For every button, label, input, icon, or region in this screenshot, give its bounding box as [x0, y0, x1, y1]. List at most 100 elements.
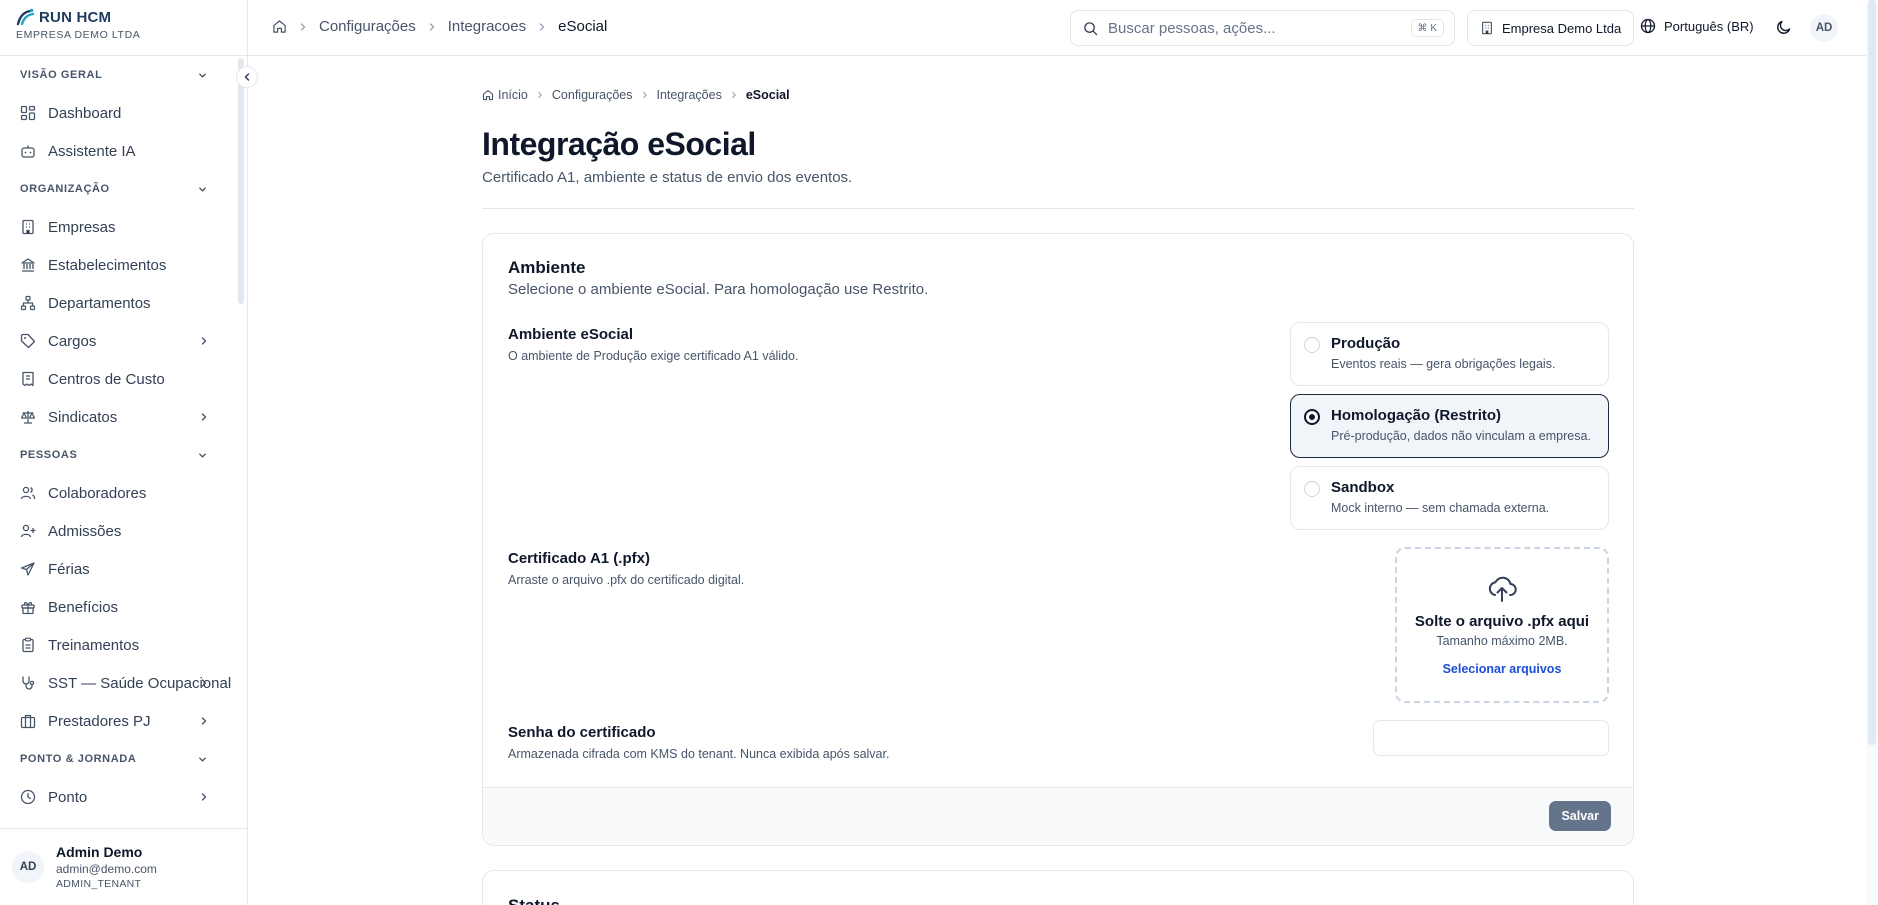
- sidebar-item-label: Prestadores PJ: [48, 712, 151, 730]
- sidebar-collapse-button[interactable]: [236, 66, 258, 88]
- sidebar-item-colaboradores[interactable]: Colaboradores: [0, 474, 238, 512]
- sidebar-scrollbar[interactable]: [238, 58, 244, 304]
- plane-icon: [20, 562, 35, 576]
- sidebar-item-beneficios[interactable]: Benefícios: [0, 588, 238, 626]
- sidebar-item-centros-de-custo[interactable]: Centros de Custo: [0, 360, 238, 398]
- ambiente-card: Ambiente Selecione o ambiente eSocial. P…: [482, 233, 1634, 846]
- search-icon: [1084, 21, 1098, 35]
- sidebar-item-label: Departamentos: [48, 294, 151, 312]
- user-card[interactable]: AD Admin Demo admin@demo.com ADMIN_TENAN…: [0, 828, 247, 905]
- sidebar-item-ferias[interactable]: Férias: [0, 550, 238, 588]
- card-title: Ambiente: [508, 258, 586, 277]
- page-subtitle: Certificado A1, ambiente e status de env…: [482, 169, 853, 186]
- sidebar-item-treinamentos[interactable]: Treinamentos: [0, 626, 238, 664]
- sidebar-item-sst[interactable]: SST — Saúde Ocupacional: [0, 664, 238, 702]
- sidebar-item-estabelecimentos[interactable]: Estabelecimentos: [0, 246, 238, 284]
- radio-title: Homologação (Restrito): [1331, 407, 1502, 424]
- company-selector-button[interactable]: Empresa Demo Ltda: [1467, 10, 1635, 46]
- sidebar-item-label: Férias: [48, 560, 90, 578]
- gift-icon: [21, 601, 35, 615]
- sidebar-item-label: Admissões: [48, 522, 122, 540]
- sidebar-item-admissoes[interactable]: Admissões: [0, 512, 238, 550]
- chevron-right-icon: [300, 22, 306, 31]
- chevron-right-icon: [201, 793, 207, 801]
- card-title: Status: [508, 896, 560, 905]
- nav-section-organizacao[interactable]: ORGANIZAÇÃO: [0, 170, 238, 208]
- breadcrumb-item[interactable]: Configurações: [552, 88, 633, 102]
- page-breadcrumb: Início Configurações Integrações eSocial: [482, 88, 790, 102]
- chevron-right-icon: [201, 717, 207, 725]
- password-field-help: Armazenada cifrada com KMS do tenant. Nu…: [508, 747, 890, 761]
- search-input[interactable]: Buscar pessoas, ações... ⌘ K: [1070, 10, 1455, 46]
- sidebar-nav: VISÃO GERAL Dashboard Assistente IA ORGA…: [0, 56, 238, 826]
- breadcrumb: Configurações Integracoes eSocial: [272, 18, 607, 35]
- sidebar-item-ponto[interactable]: Ponto: [0, 778, 238, 816]
- sidebar-item-assistente-ia[interactable]: Assistente IA: [0, 132, 238, 170]
- sidebar-item-label: Estabelecimentos: [48, 256, 167, 274]
- sidebar-item-label: Treinamentos: [48, 636, 140, 654]
- home-icon[interactable]: [272, 19, 287, 34]
- nav-section-title: ORGANIZAÇÃO: [20, 183, 110, 195]
- sidebar-item-cargos[interactable]: Cargos: [0, 322, 238, 360]
- radio-button[interactable]: [1304, 481, 1320, 497]
- breadcrumb-item[interactable]: Integrações: [657, 88, 722, 102]
- clock-icon: [20, 789, 36, 805]
- status-card: Status: [482, 870, 1634, 905]
- stethoscope-icon: [22, 676, 35, 690]
- avatar[interactable]: AD: [1810, 14, 1838, 42]
- bot-icon: [21, 145, 35, 158]
- file-dropzone[interactable]: Solte o arquivo .pfx aqui Tamanho máximo…: [1395, 547, 1609, 703]
- password-field-label: Senha do certificado: [508, 724, 656, 741]
- chevron-right-icon: [201, 413, 207, 421]
- language-selector-button[interactable]: Português (BR): [1640, 18, 1754, 34]
- tag-icon: [20, 333, 36, 349]
- user-role: ADMIN_TENANT: [56, 878, 142, 890]
- certificate-password-input[interactable]: [1373, 720, 1609, 756]
- sidebar-item-label: Benefícios: [48, 598, 119, 616]
- cert-field-help: Arraste o arquivo .pfx do certificado di…: [508, 573, 745, 587]
- page-title: Integração eSocial: [482, 126, 756, 162]
- brand-name: RUN HCM: [39, 8, 112, 26]
- sidebar-item-departamentos[interactable]: Departamentos: [0, 284, 238, 322]
- language-label: Português (BR): [1664, 18, 1754, 34]
- nav-section-title: VISÃO GERAL: [20, 69, 103, 81]
- chevron-left-icon: [244, 73, 250, 81]
- nav-section-ponto-jornada[interactable]: PONTO & JORNADA: [0, 740, 238, 778]
- sidebar-item-sindicatos[interactable]: Sindicatos: [0, 398, 238, 436]
- breadcrumb-item[interactable]: Configurações: [319, 18, 416, 35]
- nav-section-visao-geral[interactable]: VISÃO GERAL: [0, 56, 238, 94]
- sidebar-item-label: Empresas: [48, 218, 116, 236]
- radio-option-producao[interactable]: Produção Eventos reais — gera obrigações…: [1290, 322, 1609, 386]
- sidebar-item-empresas[interactable]: Empresas: [0, 208, 238, 246]
- breadcrumb-item[interactable]: Integracoes: [448, 18, 526, 35]
- radio-option-homologacao[interactable]: Homologação (Restrito) Pré-produção, dad…: [1290, 394, 1609, 458]
- moon-icon: [1777, 20, 1791, 34]
- search-placeholder: Buscar pessoas, ações...: [1108, 19, 1276, 37]
- sidebar-item-prestadores-pj[interactable]: Prestadores PJ: [0, 702, 238, 740]
- select-files-link[interactable]: Selecionar arquivos: [1397, 662, 1607, 676]
- brand[interactable]: RUN HCM EMPRESA DEMO LTDA: [16, 8, 140, 42]
- theme-toggle-button[interactable]: [1776, 19, 1792, 35]
- network-icon: [20, 295, 36, 311]
- sidebar-item-label: Assistente IA: [48, 142, 136, 160]
- nav-section-pessoas[interactable]: PESSOAS: [0, 436, 238, 474]
- radio-button[interactable]: [1304, 409, 1320, 425]
- sidebar-item-label: Ponto: [48, 788, 88, 806]
- save-button[interactable]: Salvar: [1549, 801, 1611, 831]
- chevron-down-icon: [199, 186, 206, 192]
- radio-button[interactable]: [1304, 337, 1320, 353]
- radio-title: Sandbox: [1331, 479, 1395, 496]
- sidebar-item-dashboard[interactable]: Dashboard: [0, 94, 238, 132]
- landmark-icon: [21, 258, 35, 272]
- chevron-down-icon: [199, 72, 206, 78]
- cert-field-label: Certificado A1 (.pfx): [508, 550, 650, 567]
- users-icon: [20, 486, 36, 500]
- breadcrumb-item[interactable]: Início: [498, 88, 528, 102]
- scrollbar-thumb[interactable]: [1868, 0, 1876, 745]
- radio-option-sandbox[interactable]: Sandbox Mock interno — sem chamada exter…: [1290, 466, 1609, 530]
- env-field-help: O ambiente de Produção exige certificado…: [508, 349, 799, 363]
- breadcrumb-current: eSocial: [558, 18, 608, 35]
- card-description: Selecione o ambiente eSocial. Para homol…: [508, 281, 929, 298]
- page-scrollbar[interactable]: [1866, 0, 1878, 905]
- dropzone-subtitle: Tamanho máximo 2MB.: [1436, 634, 1568, 648]
